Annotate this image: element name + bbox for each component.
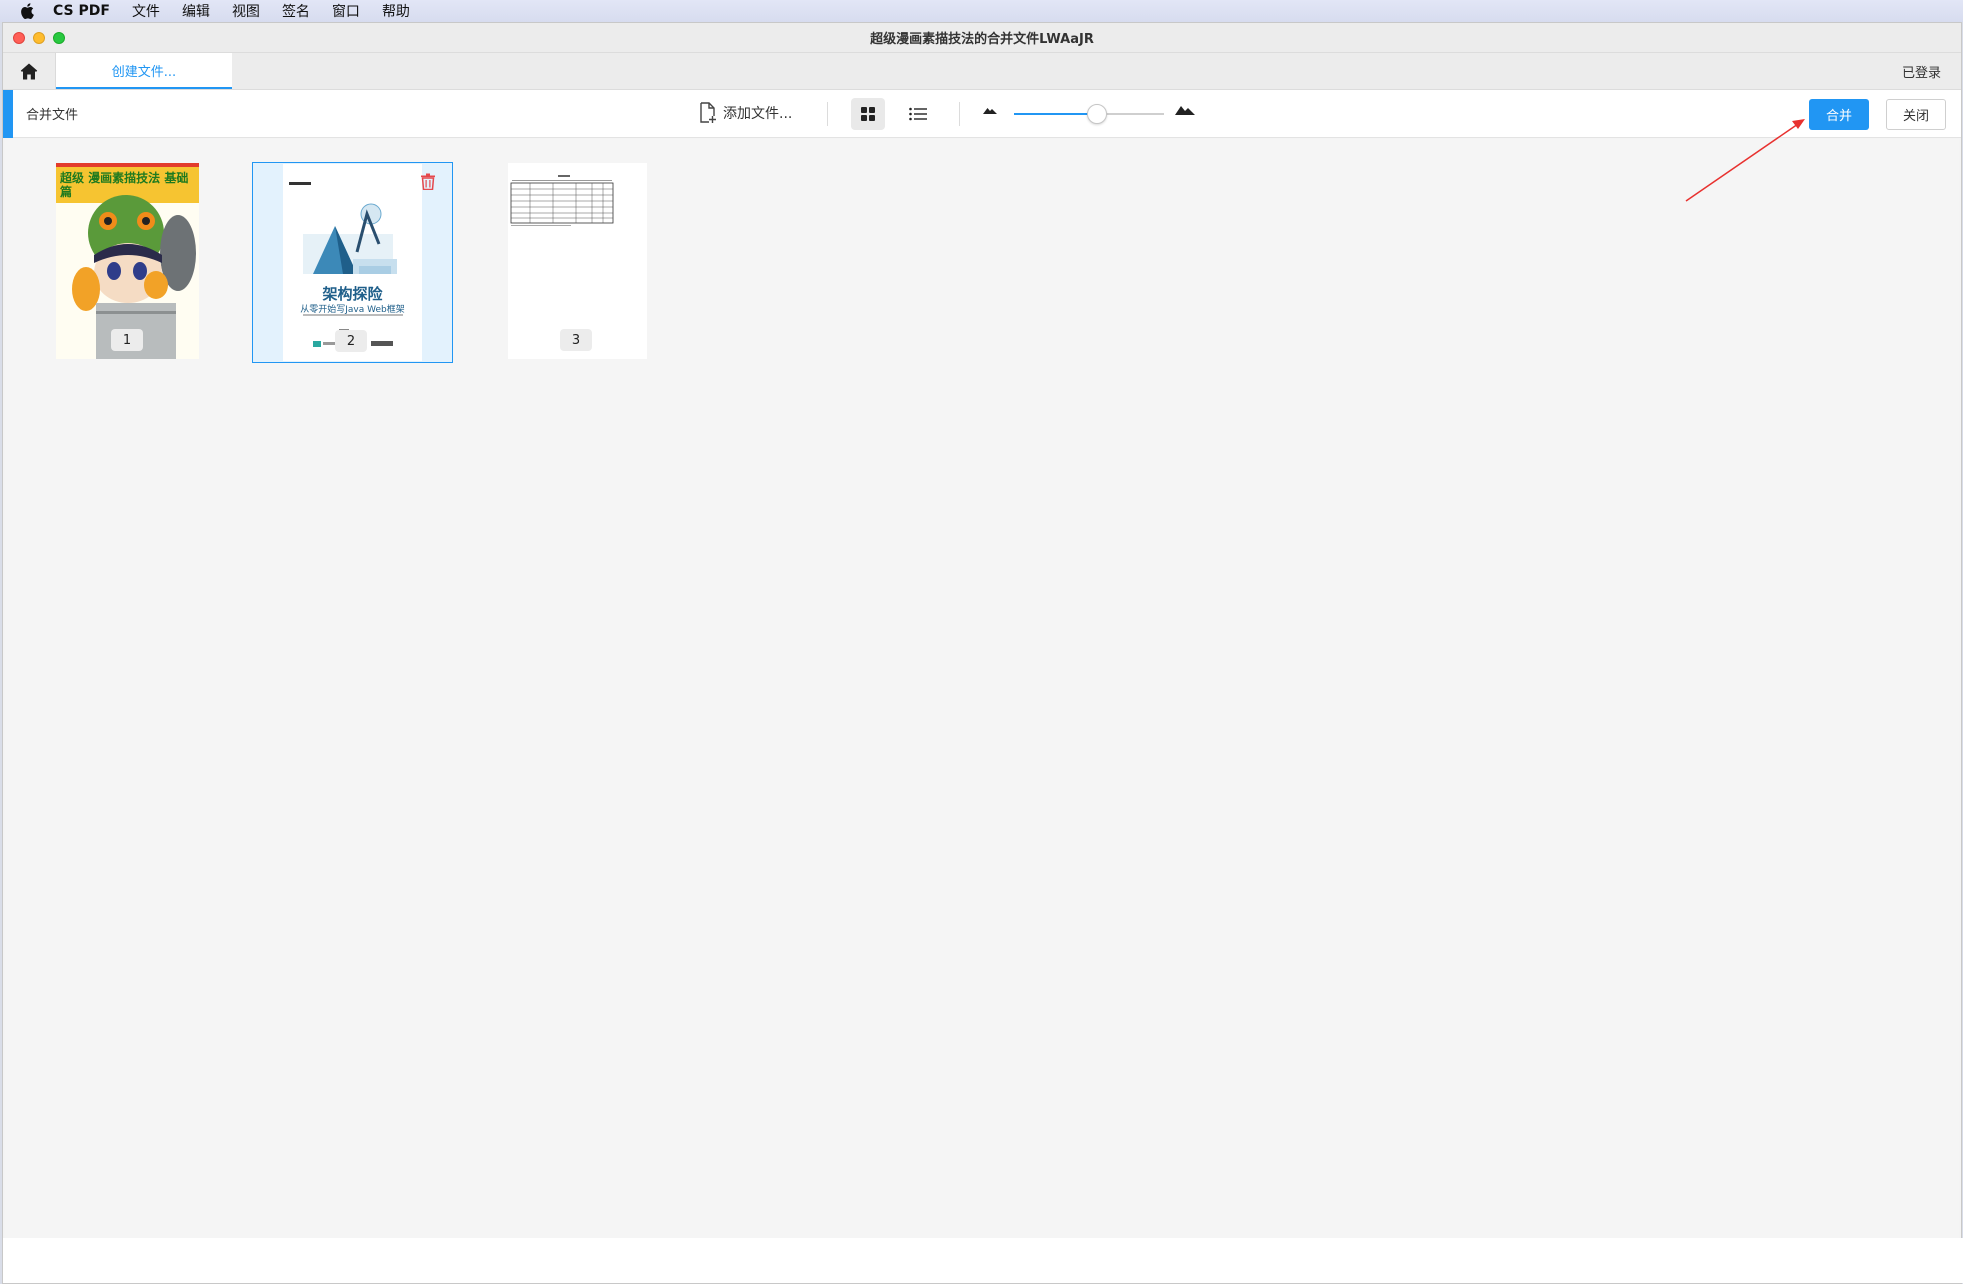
menu-sign[interactable]: 签名 xyxy=(282,1,310,21)
menu-help[interactable]: 帮助 xyxy=(382,1,410,21)
home-icon xyxy=(20,63,38,79)
window-title: 超级漫画素描技法的合并文件LWAaJR xyxy=(870,32,1094,47)
app-window: 超级漫画素描技法的合并文件LWAaJR 创建文件... 已登录 合并文件 添加文… xyxy=(2,22,1963,1284)
tab-create-file[interactable]: 创建文件... xyxy=(56,53,232,89)
home-button[interactable] xyxy=(3,53,56,89)
toolbar-divider xyxy=(959,102,960,126)
page-cover-title: 架构探险 xyxy=(322,285,383,303)
title-bar: 超级漫画素描技法的合并文件LWAaJR xyxy=(3,23,1961,53)
grid-icon xyxy=(861,107,875,121)
merge-button[interactable]: 合并 xyxy=(1809,99,1869,130)
delete-page-button[interactable] xyxy=(421,173,435,194)
login-status[interactable]: 已登录 xyxy=(1902,53,1941,90)
list-icon xyxy=(909,107,927,121)
grid-view-button[interactable] xyxy=(851,98,885,130)
page-number-badge: 1 xyxy=(111,329,143,351)
toolbar-divider xyxy=(827,102,828,126)
thumbnail-size-slider[interactable] xyxy=(1014,104,1164,124)
tab-bar: 创建文件... 已登录 xyxy=(3,53,1961,90)
zoom-window-button[interactable] xyxy=(53,31,65,44)
menu-view[interactable]: 视图 xyxy=(232,1,260,21)
add-file-label: 添加文件... xyxy=(723,106,793,122)
close-button[interactable]: 关闭 xyxy=(1886,99,1946,130)
page-number-badge: 3 xyxy=(560,329,592,351)
trash-icon xyxy=(421,173,435,191)
zoom-out-mountain-icon[interactable] xyxy=(983,106,997,115)
slider-fill xyxy=(1014,113,1097,115)
zoom-in-mountain-icon[interactable] xyxy=(1175,104,1195,116)
menu-window[interactable]: 窗口 xyxy=(332,1,360,21)
section-title: 合并文件 xyxy=(26,108,79,123)
menu-file[interactable]: 文件 xyxy=(132,1,160,21)
add-file-button[interactable]: 添加文件... xyxy=(699,102,792,124)
page-thumbnail-2[interactable]: 架构探险 从零开始写Java Web框架 2 xyxy=(252,162,453,363)
page-thumbnail-3[interactable]: 3 xyxy=(508,163,647,359)
menu-app-name[interactable]: CS PDF xyxy=(53,3,110,19)
close-window-button[interactable] xyxy=(13,31,25,44)
toolbar: 合并文件 添加文件... 合并 关闭 xyxy=(3,90,1961,138)
menu-bar: CS PDF 文件 编辑 视图 签名 窗口 帮助 xyxy=(0,0,1963,22)
minimize-window-button[interactable] xyxy=(33,31,45,44)
section-accent-bar xyxy=(3,90,13,138)
slider-knob[interactable] xyxy=(1087,104,1107,124)
page-cover-subtitle: 从零开始写Java Web框架 xyxy=(300,305,405,315)
page-number-badge: 2 xyxy=(335,330,367,352)
thumbnail-area: 超级 漫画素描技法 基础篇 1 架构探险 从零开始写Java Web框架 2 3 xyxy=(5,139,1959,1259)
list-view-button[interactable] xyxy=(901,98,935,130)
page-cover-title: 超级 漫画素描技法 基础篇 xyxy=(60,171,189,199)
apple-icon[interactable] xyxy=(17,1,37,21)
add-file-icon xyxy=(700,102,716,123)
menu-edit[interactable]: 编辑 xyxy=(182,1,210,21)
window-controls xyxy=(13,31,65,44)
status-area xyxy=(3,1238,1963,1283)
page-thumbnail-1[interactable]: 超级 漫画素描技法 基础篇 1 xyxy=(56,163,199,359)
